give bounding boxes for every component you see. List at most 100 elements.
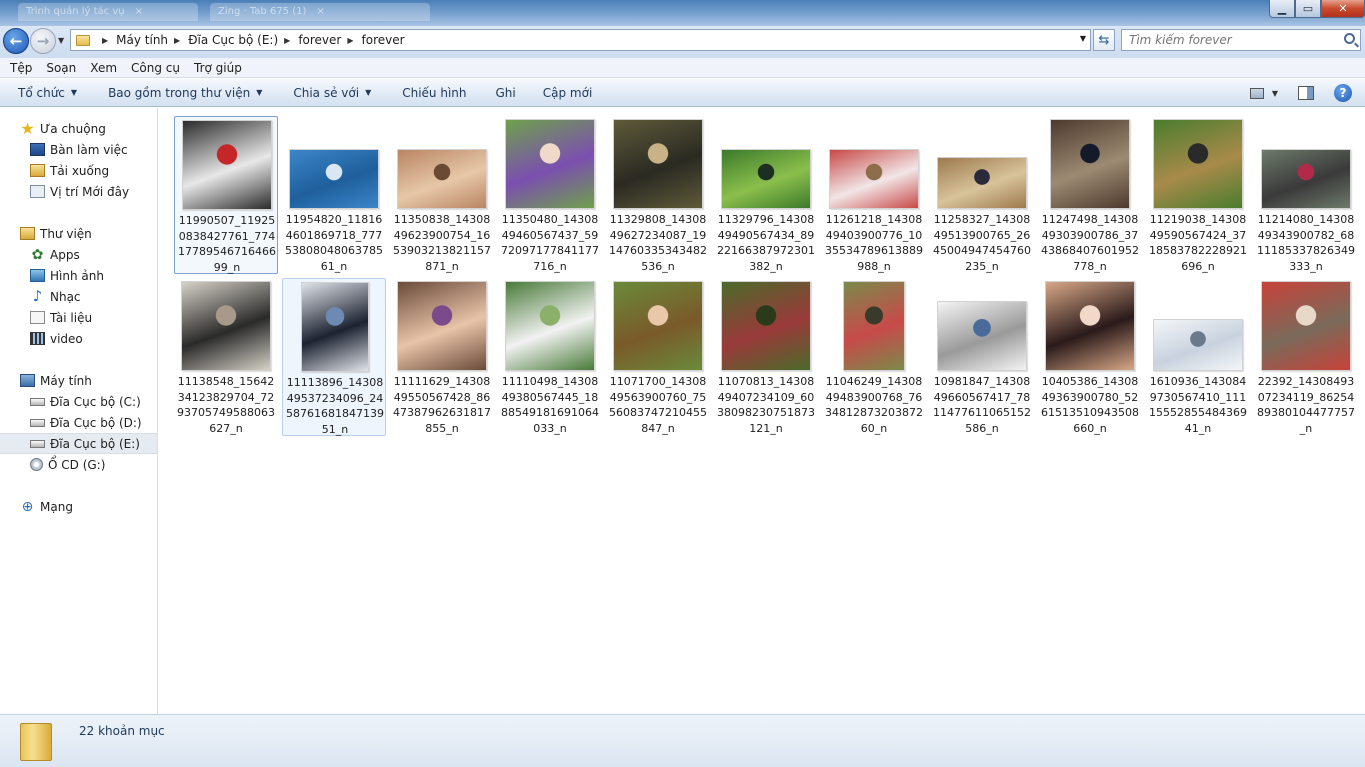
file-name: 11329796_1430849490567434_89221663879723… bbox=[717, 213, 815, 273]
libraries-icon bbox=[20, 227, 35, 240]
file-item[interactable]: 11046249_1430849483900768_76348128732038… bbox=[822, 278, 926, 436]
file-item[interactable]: 11111629_1430849550567428_86473879626318… bbox=[390, 278, 494, 436]
minimize-button[interactable]: ▁ bbox=[1269, 0, 1295, 18]
refresh-button[interactable]: ⇆ bbox=[1093, 29, 1115, 51]
file-item[interactable]: 10405386_1430849363900780_52615135109435… bbox=[1038, 278, 1142, 436]
file-item[interactable]: 11350480_1430849460567437_59720971778411… bbox=[498, 116, 602, 274]
breadcrumb-chevron-icon[interactable]: ▶ bbox=[347, 36, 353, 45]
breadcrumb-chevron-icon[interactable]: ▶ bbox=[284, 36, 290, 45]
nav-documents[interactable]: Tài liệu bbox=[0, 307, 157, 328]
image-thumbnail[interactable] bbox=[1153, 319, 1243, 371]
image-thumbnail[interactable] bbox=[937, 301, 1027, 371]
slideshow-button[interactable]: Chiếu hình bbox=[384, 86, 479, 100]
close-button[interactable]: ✕ bbox=[1321, 0, 1365, 18]
file-item[interactable]: 11954820_118164601869718_777538080480637… bbox=[282, 116, 386, 274]
image-thumbnail[interactable] bbox=[1153, 119, 1243, 209]
nav-favorites[interactable]: ★ Ưa chuộng bbox=[0, 118, 157, 139]
image-thumbnail[interactable] bbox=[1261, 149, 1351, 209]
burn-button[interactable]: Ghi bbox=[480, 86, 529, 100]
view-options-dropdown[interactable]: ▼ bbox=[1272, 89, 1278, 98]
preview-pane-icon[interactable] bbox=[1298, 86, 1314, 100]
file-item[interactable]: 10981847_1430849660567417_78114776110651… bbox=[930, 278, 1034, 436]
image-thumbnail[interactable] bbox=[181, 281, 271, 371]
nav-recent-places[interactable]: Vị trí Mới đây bbox=[0, 181, 157, 202]
breadcrumb-chevron-icon[interactable]: ▶ bbox=[102, 36, 108, 45]
nav-pictures[interactable]: Hình ảnh bbox=[0, 265, 157, 286]
change-view-icon[interactable] bbox=[1249, 87, 1264, 99]
image-thumbnail[interactable] bbox=[1050, 119, 1130, 209]
file-name: 11110498_1430849380567445_18885491816910… bbox=[501, 375, 599, 435]
file-item[interactable]: 11110498_1430849380567445_18885491816910… bbox=[498, 278, 602, 436]
nav-drive-d[interactable]: Đĩa Cục bộ (D:) bbox=[0, 412, 157, 433]
menu-view[interactable]: Xem bbox=[84, 61, 123, 75]
search-box[interactable] bbox=[1121, 29, 1361, 51]
maximize-button[interactable]: ▭ bbox=[1295, 0, 1321, 18]
file-name: 11219038_1430849590567424_37185837822289… bbox=[1149, 213, 1247, 273]
menu-tools[interactable]: Công cụ bbox=[125, 61, 186, 75]
search-icon[interactable] bbox=[1344, 33, 1355, 44]
nav-desktop[interactable]: Bàn làm việc bbox=[0, 139, 157, 160]
nav-cd-drive-g[interactable]: Ổ CD (G:) bbox=[0, 454, 157, 475]
nav-libraries[interactable]: Thư viện bbox=[0, 223, 157, 244]
image-thumbnail[interactable] bbox=[397, 149, 487, 209]
search-input[interactable] bbox=[1129, 33, 1329, 47]
image-thumbnail[interactable] bbox=[397, 281, 487, 371]
nav-drive-e[interactable]: Đĩa Cục bộ (E:) bbox=[0, 433, 157, 454]
image-thumbnail[interactable] bbox=[289, 149, 379, 209]
image-thumbnail[interactable] bbox=[182, 120, 272, 210]
nav-computer[interactable]: Máy tính bbox=[0, 370, 157, 391]
breadcrumb[interactable]: ▶ forever bbox=[278, 33, 341, 47]
nav-drive-c[interactable]: Đĩa Cục bộ (C:) bbox=[0, 391, 157, 412]
file-item[interactable]: 11219038_1430849590567424_37185837822289… bbox=[1146, 116, 1250, 274]
nav-downloads[interactable]: Tải xuống bbox=[0, 160, 157, 181]
nav-videos[interactable]: video bbox=[0, 328, 157, 349]
image-thumbnail[interactable] bbox=[1045, 281, 1135, 371]
recent-pages-dropdown[interactable]: ▼ bbox=[58, 36, 64, 45]
image-thumbnail[interactable] bbox=[843, 281, 905, 371]
image-thumbnail[interactable] bbox=[721, 149, 811, 209]
breadcrumb[interactable]: ▶ forever bbox=[341, 33, 404, 47]
drive-icon bbox=[30, 397, 45, 406]
address-history-dropdown[interactable]: ▼ bbox=[1080, 34, 1086, 43]
file-item[interactable]: 11329796_1430849490567434_89221663879723… bbox=[714, 116, 818, 274]
image-thumbnail[interactable] bbox=[721, 281, 811, 371]
image-thumbnail[interactable] bbox=[301, 282, 369, 372]
back-button[interactable]: ← bbox=[3, 28, 29, 54]
file-item[interactable]: 11350838_1430849623900754_16539032138211… bbox=[390, 116, 494, 274]
forward-button[interactable]: → bbox=[30, 28, 56, 54]
address-bar[interactable]: ▶ Máy tính ▶ Đĩa Cục bộ (E:) ▶ forever ▶ for… bbox=[70, 29, 1091, 51]
image-thumbnail[interactable] bbox=[613, 119, 703, 209]
file-item[interactable]: 11071700_1430849563900760_75560837472104… bbox=[606, 278, 710, 436]
file-item[interactable]: 11247498_1430849303900786_37438684076019… bbox=[1038, 116, 1142, 274]
image-thumbnail[interactable] bbox=[829, 149, 919, 209]
nav-music[interactable]: ♪ Nhạc bbox=[0, 286, 157, 307]
file-item[interactable]: 11113896_1430849537234096_24587616818471… bbox=[282, 278, 386, 436]
file-item[interactable]: 22392_1430849307234119_86254893801044777… bbox=[1254, 278, 1358, 436]
file-item[interactable]: 11329808_1430849627234087_19147603353434… bbox=[606, 116, 710, 274]
file-item[interactable]: 1610936_1430849730567410_111155528554843… bbox=[1146, 278, 1250, 436]
file-item[interactable]: 11138548_1564234123829704_72937057495880… bbox=[174, 278, 278, 436]
breadcrumb-chevron-icon[interactable]: ▶ bbox=[174, 36, 180, 45]
menu-help[interactable]: Trợ giúp bbox=[188, 61, 248, 75]
breadcrumb[interactable]: ▶ Đĩa Cục bộ (E:) bbox=[168, 33, 278, 47]
share-with-button[interactable]: Chia sẻ với ▼ bbox=[275, 86, 384, 100]
file-item[interactable]: 11990507_119250838427761_774177895467164… bbox=[174, 116, 278, 274]
new-folder-button[interactable]: Cập mới bbox=[529, 86, 606, 100]
image-thumbnail[interactable] bbox=[613, 281, 703, 371]
breadcrumb[interactable]: ▶ Máy tính bbox=[96, 33, 168, 47]
nav-network[interactable]: ⊕ Mạng bbox=[0, 496, 157, 517]
menu-file[interactable]: Tệp bbox=[4, 61, 38, 75]
image-thumbnail[interactable] bbox=[505, 281, 595, 371]
file-item[interactable]: 11261218_1430849403900776_10355347896138… bbox=[822, 116, 926, 274]
file-item[interactable]: 11258327_1430849513900765_26450049474547… bbox=[930, 116, 1034, 274]
file-item[interactable]: 11214080_1430849343900782_68111853378263… bbox=[1254, 116, 1358, 274]
image-thumbnail[interactable] bbox=[505, 119, 595, 209]
file-item[interactable]: 11070813_1430849407234109_60380982307518… bbox=[714, 278, 818, 436]
image-thumbnail[interactable] bbox=[937, 157, 1027, 209]
organize-button[interactable]: Tổ chức ▼ bbox=[0, 86, 90, 100]
help-icon[interactable]: ? bbox=[1334, 84, 1352, 102]
nav-apps[interactable]: ✿ Apps bbox=[0, 244, 157, 265]
menu-edit[interactable]: Soạn bbox=[40, 61, 82, 75]
include-in-library-button[interactable]: Bao gồm trong thư viện ▼ bbox=[90, 86, 275, 100]
image-thumbnail[interactable] bbox=[1261, 281, 1351, 371]
